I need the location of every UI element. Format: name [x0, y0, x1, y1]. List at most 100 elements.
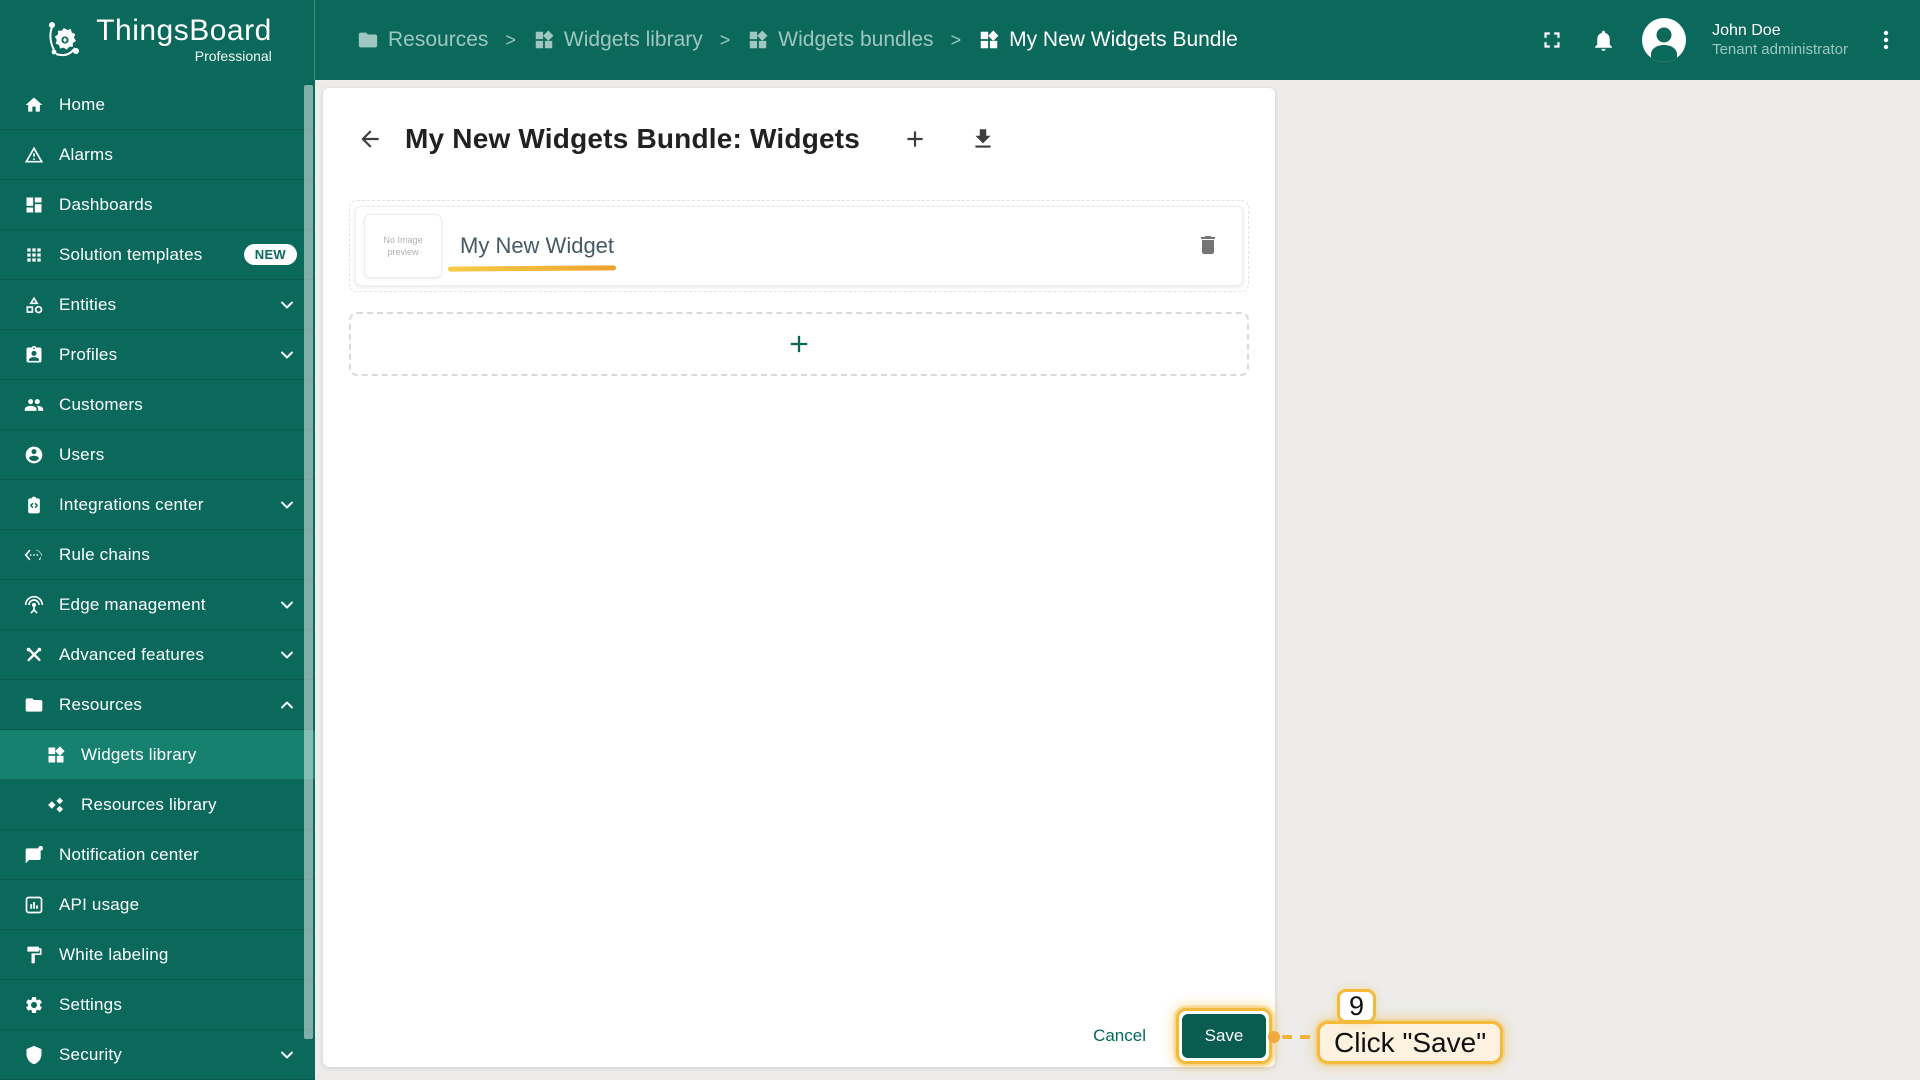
notifications-button[interactable] [1591, 28, 1616, 53]
logo-title: ThingsBoard [96, 14, 272, 47]
user-role: Tenant administrator [1712, 40, 1848, 58]
widgets-icon [535, 30, 554, 49]
arrow-left-icon [361, 130, 379, 148]
sidebar-item-users[interactable]: Users [0, 430, 315, 480]
warning-icon [24, 146, 44, 162]
people-icon [24, 398, 44, 411]
user-avatar-icon [1651, 27, 1678, 62]
user-info[interactable]: John Doe Tenant administrator [1712, 21, 1848, 60]
kebab-icon [1883, 30, 1889, 50]
sidebar-item-alarms[interactable]: Alarms [0, 130, 315, 180]
sidebar-item-rule-chains[interactable]: Rule chains [0, 530, 315, 580]
sidebar-item-home[interactable]: Home [0, 80, 315, 130]
save-button[interactable]: Save [1182, 1014, 1266, 1058]
notification-icon [25, 845, 43, 863]
fullscreen-icon [1544, 32, 1560, 48]
widgets-icon [980, 30, 999, 49]
gear-icon [26, 996, 42, 1013]
chevron-down-icon [281, 301, 293, 308]
sidebar-scrollbar[interactable] [304, 85, 313, 1039]
content-area: My New Widgets Bundle: Widgets No Image … [315, 80, 1920, 1080]
sidebar-item-advanced-features[interactable]: Advanced features [0, 630, 315, 680]
download-bundle-button[interactable] [970, 126, 996, 152]
chevron-down-icon [281, 1051, 293, 1058]
annotation-connector-dot [1268, 1031, 1280, 1043]
breadcrumb-separator: > [505, 29, 516, 50]
antenna-icon [24, 595, 44, 614]
folder-icon [25, 697, 43, 712]
back-button[interactable] [357, 126, 383, 152]
annotation-tooltip: Click "Save" [1317, 1021, 1504, 1064]
tools-icon [26, 647, 42, 661]
widgets-icon [750, 30, 768, 49]
fullscreen-button[interactable] [1539, 27, 1565, 53]
logo-wordmark: ThingsBoard Professional [96, 14, 272, 65]
avatar[interactable] [1642, 18, 1687, 62]
annotation-step-number: 9 [1337, 989, 1377, 1023]
chevron-down-icon [281, 501, 293, 508]
widget-name-field[interactable]: My New Widget [447, 233, 617, 272]
breadcrumb-resources[interactable]: Resources [357, 28, 488, 52]
sidebar-item-notification-center[interactable]: Notification center [0, 830, 315, 880]
top-header: ThingsBoard Professional Resources > Wid… [0, 0, 1920, 80]
logo-subtitle: Professional [194, 48, 272, 64]
sidebar-item-solution-templates[interactable]: Solution templates NEW [0, 230, 315, 280]
diamonds-icon [48, 797, 64, 812]
sidebar-item-resources[interactable]: Resources [0, 680, 315, 730]
api-usage-icon [25, 896, 43, 913]
download-icon [975, 129, 991, 148]
widget-row[interactable]: No Image preview My New Widget [355, 206, 1243, 286]
folder-icon [358, 32, 378, 48]
category-icon [26, 296, 43, 313]
page-title: My New Widgets Bundle: Widgets [405, 123, 861, 154]
thingsboard-logo-icon [49, 22, 80, 57]
header-actions: John Doe Tenant administrator [1539, 18, 1920, 62]
trash-icon [1201, 235, 1215, 254]
card-header: My New Widgets Bundle: Widgets [323, 88, 1275, 190]
breadcrumb-widgets-bundles[interactable]: Widgets bundles [747, 28, 934, 52]
widget-slot: No Image preview My New Widget [349, 200, 1249, 292]
sidebar-item-profiles[interactable]: Profiles [0, 330, 315, 380]
sidebar-item-white-labeling[interactable]: White labeling [0, 930, 315, 980]
sidebar-item-dashboards[interactable]: Dashboards [0, 180, 315, 230]
breadcrumb: Resources > Widgets library > Widgets bu… [357, 28, 1238, 52]
delete-widget-button[interactable] [1196, 233, 1220, 260]
home-icon [25, 97, 43, 112]
sidebar-item-customers[interactable]: Customers [0, 380, 315, 430]
sidebar-item-resources-library[interactable]: Resources library [0, 780, 315, 830]
chevron-down-icon [281, 601, 293, 608]
badge-icon [26, 345, 42, 362]
dashboard-icon [26, 197, 42, 212]
new-badge: NEW [243, 244, 297, 265]
sidebar-item-security[interactable]: Security [0, 1030, 315, 1080]
sidebar-item-edge-management[interactable]: Edge management [0, 580, 315, 630]
shield-icon [26, 1045, 42, 1064]
cancel-button[interactable]: Cancel [1077, 1016, 1162, 1056]
integrations-icon [28, 496, 40, 513]
add-widget-dropzone[interactable] [349, 312, 1249, 376]
thingsboard-logo[interactable]: ThingsBoard Professional [0, 0, 315, 80]
breadcrumb-separator: > [950, 29, 962, 50]
annotation-connector-line [1282, 1035, 1320, 1039]
breadcrumb-widgets-library[interactable]: Widgets library [533, 28, 703, 52]
chevron-down-icon [281, 651, 293, 658]
account-circle-icon [25, 446, 43, 463]
sidebar-item-settings[interactable]: Settings [0, 980, 315, 1030]
card-actions: Cancel Save [1077, 1014, 1266, 1058]
more-menu-button[interactable] [1874, 28, 1898, 52]
plus-icon [907, 131, 923, 147]
widget-thumbnail: No Image preview [364, 214, 442, 278]
breadcrumb-current-bundle: My New Widgets Bundle [978, 28, 1238, 52]
sidebar-item-widgets-library[interactable]: Widgets library [0, 730, 315, 780]
sidebar-item-entities[interactable]: Entities [0, 280, 315, 330]
rule-chains-icon [24, 549, 43, 560]
widgets-icon [48, 745, 65, 762]
sidebar-item-api-usage[interactable]: API usage [0, 880, 315, 930]
apps-icon [27, 247, 41, 262]
sidebar-item-integrations-center[interactable]: Integrations center [0, 480, 315, 530]
bell-icon [1595, 30, 1612, 51]
widget-list: No Image preview My New Widget [323, 190, 1275, 376]
chevron-up-icon [281, 701, 293, 708]
add-widget-button[interactable] [902, 126, 928, 152]
plus-icon [790, 335, 808, 353]
